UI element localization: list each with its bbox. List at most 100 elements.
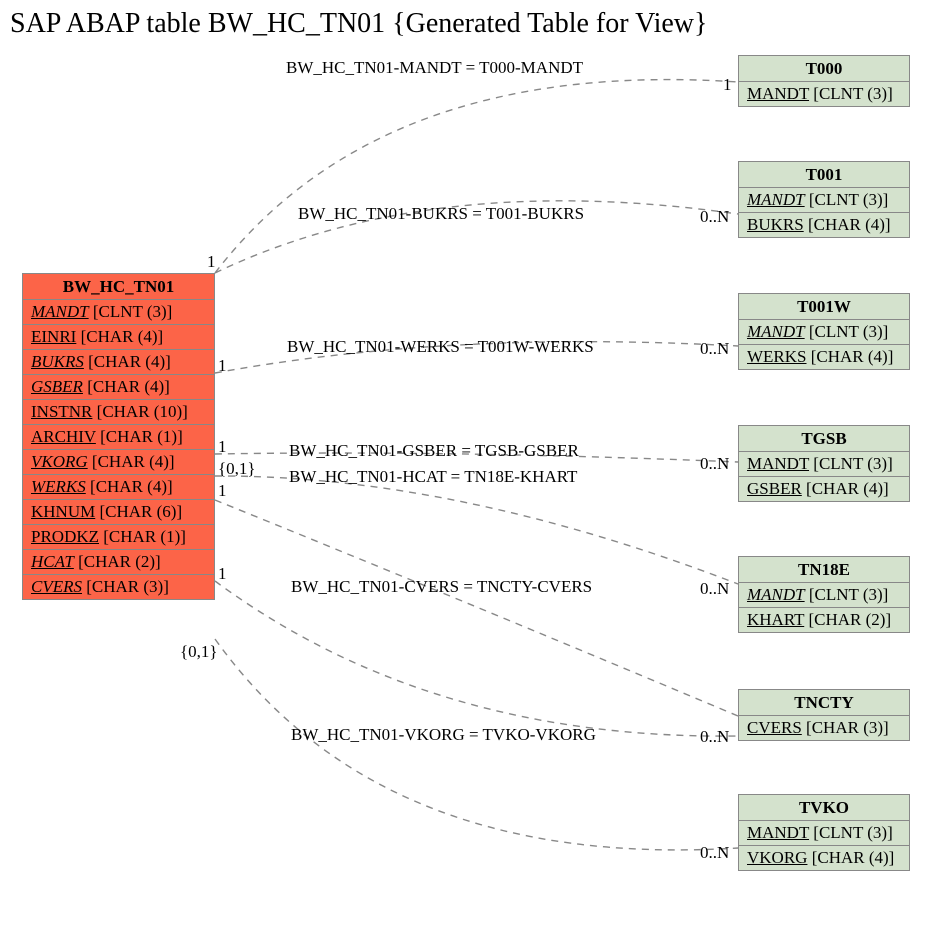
- field-name: ARCHIV: [31, 427, 96, 446]
- related-entity-tvko: TVKOMANDT [CLNT (3)]VKORG [CHAR (4)]: [738, 794, 910, 871]
- page-title: SAP ABAP table BW_HC_TN01 {Generated Tab…: [10, 8, 707, 40]
- main-field: BUKRS [CHAR (4)]: [23, 350, 214, 375]
- field-name: CVERS: [747, 718, 802, 737]
- field-name: PRODKZ: [31, 527, 99, 546]
- main-field: INSTNR [CHAR (10)]: [23, 400, 214, 425]
- edge-label: BW_HC_TN01-WERKS = T001W-WERKS: [287, 337, 594, 357]
- field: MANDT [CLNT (3)]: [739, 821, 909, 846]
- field-type: [CLNT (3)]: [809, 454, 893, 473]
- entity-name: TGSB: [739, 426, 909, 452]
- field-type: [CHAR (4)]: [807, 347, 894, 366]
- field-name: GSBER: [31, 377, 83, 396]
- field-type: [CHAR (4)]: [84, 352, 171, 371]
- main-field: GSBER [CHAR (4)]: [23, 375, 214, 400]
- field-name: KHNUM: [31, 502, 95, 521]
- field-name: MANDT: [31, 302, 89, 321]
- field-type: [CHAR (3)]: [82, 577, 169, 596]
- field: GSBER [CHAR (4)]: [739, 477, 909, 501]
- field: WERKS [CHAR (4)]: [739, 345, 909, 369]
- field: VKORG [CHAR (4)]: [739, 846, 909, 870]
- main-field: MANDT [CLNT (3)]: [23, 300, 214, 325]
- field: BUKRS [CHAR (4)]: [739, 213, 909, 237]
- field-name: BUKRS: [31, 352, 84, 371]
- field-name: WERKS: [747, 347, 807, 366]
- cardinality-left: 1: [207, 252, 216, 272]
- field-type: [CHAR (4)]: [76, 327, 163, 346]
- field: MANDT [CLNT (3)]: [739, 188, 909, 213]
- field-type: [CHAR (4)]: [83, 377, 170, 396]
- main-entity-name: BW_HC_TN01: [23, 274, 214, 300]
- field-type: [CLNT (3)]: [809, 823, 893, 842]
- field-type: [CLNT (3)]: [805, 322, 889, 341]
- cardinality-left: 1: [218, 437, 227, 457]
- field-name: WERKS: [31, 477, 86, 496]
- field-name: MANDT: [747, 322, 805, 341]
- entity-name: T000: [739, 56, 909, 82]
- edge-label: BW_HC_TN01-MANDT = T000-MANDT: [286, 58, 583, 78]
- field-type: [CHAR (4)]: [804, 215, 891, 234]
- cardinality-right: 0..N: [700, 454, 729, 474]
- cardinality-left: 1: [218, 564, 227, 584]
- edge-label: BW_HC_TN01-BUKRS = T001-BUKRS: [298, 204, 584, 224]
- field: MANDT [CLNT (3)]: [739, 583, 909, 608]
- field-name: MANDT: [747, 84, 809, 103]
- field: MANDT [CLNT (3)]: [739, 452, 909, 477]
- field-type: [CHAR (4)]: [86, 477, 173, 496]
- field-name: CVERS: [31, 577, 82, 596]
- related-entity-tncty: TNCTYCVERS [CHAR (3)]: [738, 689, 910, 741]
- field-name: EINRI: [31, 327, 76, 346]
- entity-name: T001W: [739, 294, 909, 320]
- field-name: VKORG: [31, 452, 88, 471]
- entity-name: T001: [739, 162, 909, 188]
- field-type: [CHAR (10)]: [92, 402, 187, 421]
- edge-label: BW_HC_TN01-VKORG = TVKO-VKORG: [291, 725, 596, 745]
- field-name: GSBER: [747, 479, 802, 498]
- main-field: VKORG [CHAR (4)]: [23, 450, 214, 475]
- cardinality-left: {0,1}: [180, 642, 218, 662]
- cardinality-right: 0..N: [700, 579, 729, 599]
- main-field: CVERS [CHAR (3)]: [23, 575, 214, 599]
- field-type: [CHAR (1)]: [99, 527, 186, 546]
- field-type: [CHAR (2)]: [804, 610, 891, 629]
- field-type: [CHAR (4)]: [88, 452, 175, 471]
- cardinality-left: 1: [218, 356, 227, 376]
- cardinality-left: 1: [218, 481, 227, 501]
- edge-label: BW_HC_TN01-CVERS = TNCTY-CVERS: [291, 577, 592, 597]
- related-entity-tgsb: TGSBMANDT [CLNT (3)]GSBER [CHAR (4)]: [738, 425, 910, 502]
- cardinality-right: 0..N: [700, 339, 729, 359]
- edge-label: BW_HC_TN01-HCAT = TN18E-KHART: [289, 467, 577, 487]
- cardinality-left: {0,1}: [218, 459, 256, 479]
- main-field: ARCHIV [CHAR (1)]: [23, 425, 214, 450]
- main-field: WERKS [CHAR (4)]: [23, 475, 214, 500]
- field-type: [CHAR (4)]: [807, 848, 894, 867]
- main-field: EINRI [CHAR (4)]: [23, 325, 214, 350]
- cardinality-right: 0..N: [700, 207, 729, 227]
- main-entity: BW_HC_TN01 MANDT [CLNT (3)]EINRI [CHAR (…: [22, 273, 215, 600]
- main-field: PRODKZ [CHAR (1)]: [23, 525, 214, 550]
- field-name: VKORG: [747, 848, 807, 867]
- cardinality-right: 1: [723, 75, 732, 95]
- field: CVERS [CHAR (3)]: [739, 716, 909, 740]
- field-type: [CHAR (3)]: [802, 718, 889, 737]
- field: KHART [CHAR (2)]: [739, 608, 909, 632]
- edge-label: BW_HC_TN01-GSBER = TGSB-GSBER: [289, 441, 579, 461]
- field-type: [CLNT (3)]: [805, 585, 889, 604]
- field-name: MANDT: [747, 585, 805, 604]
- field-type: [CLNT (3)]: [805, 190, 889, 209]
- cardinality-right: 0..N: [700, 727, 729, 747]
- field-name: MANDT: [747, 454, 809, 473]
- field: MANDT [CLNT (3)]: [739, 82, 909, 106]
- field-type: [CHAR (6)]: [95, 502, 182, 521]
- field-name: BUKRS: [747, 215, 804, 234]
- field-name: INSTNR: [31, 402, 92, 421]
- entity-name: TVKO: [739, 795, 909, 821]
- related-entity-tn18e: TN18EMANDT [CLNT (3)]KHART [CHAR (2)]: [738, 556, 910, 633]
- field-type: [CLNT (3)]: [89, 302, 173, 321]
- related-entity-t001w: T001W MANDT [CLNT (3)] WERKS [CHAR (4)]: [738, 293, 910, 370]
- cardinality-right: 0..N: [700, 843, 729, 863]
- field-name: HCAT: [31, 552, 74, 571]
- field-type: [CHAR (2)]: [74, 552, 161, 571]
- related-entity-t000: T000MANDT [CLNT (3)]: [738, 55, 910, 107]
- entity-name: TN18E: [739, 557, 909, 583]
- field-type: [CLNT (3)]: [809, 84, 893, 103]
